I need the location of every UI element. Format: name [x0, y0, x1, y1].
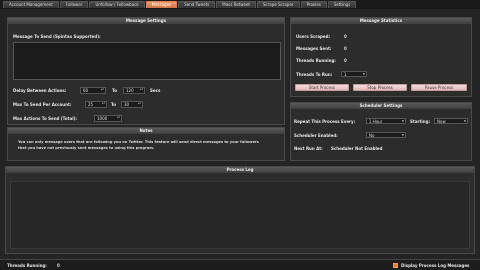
starting-label: Starting:: [410, 119, 431, 124]
chevron-down-icon: ▼: [401, 133, 404, 137]
chevron-down-icon: ▼: [362, 72, 365, 76]
next-run-label: Next Run At:: [294, 146, 323, 151]
starting-value: Now: [437, 119, 446, 124]
max-send-label: Max To Send Per Account:: [13, 102, 72, 107]
users-scraped-label: Users Scraped:: [296, 34, 331, 39]
repeat-process-value: 1 Hour: [369, 119, 383, 124]
tab-unfollow-followback[interactable]: Unfollow / Followback: [89, 1, 145, 8]
process-log-area[interactable]: [10, 181, 470, 249]
max-send-min-input[interactable]: 25 ▴▾: [85, 101, 107, 108]
tab-messages[interactable]: Messages: [145, 1, 178, 8]
repeat-process-select[interactable]: 1 Hour ▼: [366, 118, 406, 124]
message-textarea[interactable]: [13, 42, 281, 80]
threads-running-value: 0: [344, 58, 347, 63]
threads-running-label: Threads Running:: [296, 58, 336, 63]
tab-send-tweets[interactable]: Send Tweets: [178, 1, 216, 8]
threads-to-run-select[interactable]: 1 ▼: [341, 71, 367, 77]
notes-panel: Notes You can only message users that ar…: [7, 127, 285, 161]
main-tab-bar: Account Management Follower Unfollow / F…: [0, 0, 480, 9]
chevron-down-icon: ▼: [401, 119, 404, 123]
max-actions-label: Max Actions To Send (Total):: [13, 116, 77, 121]
notes-header: Notes: [8, 128, 284, 134]
delay-to-label: To: [112, 88, 117, 93]
display-log-checkbox[interactable]: [393, 263, 398, 268]
process-log-panel: Process Log: [5, 166, 475, 254]
message-to-send-label: Message To Send (Spintax Supported):: [13, 34, 101, 39]
delay-max-spin-icon[interactable]: ▴▾: [140, 88, 143, 91]
scheduler-settings-header: Scheduler Settings: [291, 103, 471, 109]
max-send-max-spin-icon[interactable]: ▴▾: [138, 102, 141, 105]
next-run-value: Scheduler Not Enabled: [331, 146, 383, 151]
tab-proxies[interactable]: Proxies: [300, 1, 327, 8]
message-settings-header: Message Settings: [8, 18, 284, 24]
messages-sent-value: 0: [344, 46, 347, 51]
threads-to-run-value: 1: [344, 72, 347, 77]
process-log-header: Process Log: [6, 167, 474, 173]
message-settings-panel: Message Settings Message To Send (Spinta…: [7, 17, 285, 125]
max-send-to-label: To: [111, 102, 116, 107]
starting-select[interactable]: Now ▼: [434, 118, 468, 124]
tab-follower[interactable]: Follower: [59, 1, 89, 8]
max-send-max-input[interactable]: 30 ▴▾: [121, 101, 143, 108]
tab-mass-retweet[interactable]: Mass Retweet: [216, 1, 256, 8]
status-threads-label: Threads Running:: [7, 263, 47, 268]
start-process-button[interactable]: Start Process: [295, 84, 349, 91]
tab-account-management[interactable]: Account Management: [3, 1, 59, 8]
tab-settings[interactable]: Settings: [327, 1, 357, 8]
max-send-min-spin-icon[interactable]: ▴▾: [102, 102, 105, 105]
message-statistics-panel: Message Statistics Users Scraped: 0 Mess…: [290, 17, 472, 97]
stop-process-button[interactable]: Stop Process: [353, 84, 407, 91]
display-log-label: Display Process Log Messages: [401, 263, 470, 268]
delay-max-input[interactable]: 120 ▴▾: [123, 87, 145, 94]
delay-unit-label: Secs: [150, 88, 161, 93]
messages-sent-label: Messages Sent:: [296, 46, 332, 51]
status-bar: Threads Running: 0 Display Process Log M…: [0, 259, 480, 270]
chevron-down-icon: ▼: [463, 119, 466, 123]
tab-scrape-scraper[interactable]: Scrape Scraper: [256, 1, 300, 8]
delay-min-input[interactable]: 60 ▴▾: [80, 87, 106, 94]
message-statistics-header: Message Statistics: [291, 18, 471, 24]
repeat-process-label: Repeat This Process Every:: [294, 119, 356, 124]
scheduler-enabled-label: Scheduler Enabled:: [294, 133, 338, 138]
threads-to-run-label: Threads To Run:: [296, 72, 333, 77]
max-actions-input[interactable]: 1000 ▴▾: [94, 115, 122, 122]
notes-text: You can only message users that are foll…: [18, 140, 259, 150]
status-threads-value: 0: [57, 263, 60, 268]
pause-process-button[interactable]: Pause Process: [411, 84, 467, 91]
users-scraped-value: 0: [344, 34, 347, 39]
scheduler-enabled-value: No: [369, 133, 375, 138]
scheduler-enabled-select[interactable]: No ▼: [366, 132, 406, 138]
delay-min-spin-icon[interactable]: ▴▾: [101, 88, 104, 91]
max-actions-spin-icon[interactable]: ▴▾: [117, 116, 120, 119]
scheduler-settings-panel: Scheduler Settings Repeat This Process E…: [290, 102, 472, 161]
delay-label: Delay Between Actions:: [13, 88, 67, 93]
